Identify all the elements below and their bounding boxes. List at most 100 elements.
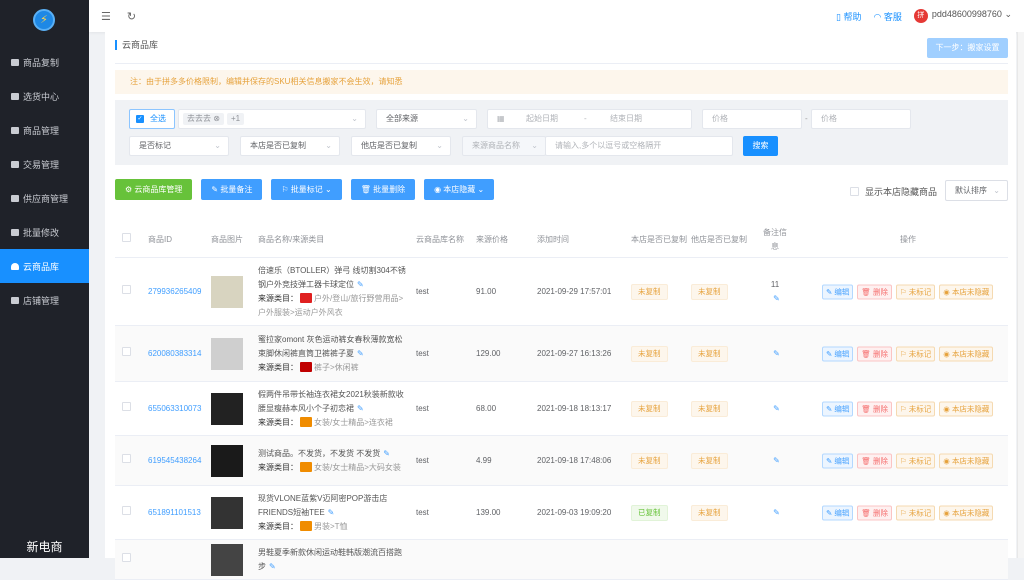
other-copied-select[interactable]: 他店是否已复制 ⌄ bbox=[351, 136, 451, 156]
filter-panel: ✓ 全选 去去去 ⊗ +1 ⌄ 全部来源 ⌄ ▦ 起始日期 - 结束日期 价格 - 价格 是否… bbox=[115, 100, 1008, 165]
close-icon[interactable]: ⊗ bbox=[213, 114, 220, 123]
hide-button[interactable]: ◉ 本店未隐藏 bbox=[939, 453, 994, 468]
edit-note-icon[interactable]: ✎ bbox=[773, 508, 780, 517]
hide-button[interactable]: ◉ 本店未隐藏 bbox=[939, 401, 994, 416]
price-min-input[interactable]: 价格 bbox=[702, 109, 802, 129]
delete-button[interactable]: 🗑 删除 bbox=[857, 401, 892, 416]
edit-button[interactable]: ✎ 编辑 bbox=[822, 284, 854, 299]
hide-button[interactable]: ◉ 本店未隐藏 bbox=[939, 284, 994, 299]
hide-button[interactable]: ◉ 本店未隐藏 bbox=[939, 505, 994, 520]
row-checkbox[interactable] bbox=[122, 284, 131, 299]
edit-icon[interactable]: ✎ bbox=[269, 562, 276, 571]
menu-icon bbox=[11, 160, 19, 168]
edit-note-icon[interactable]: ✎ bbox=[773, 294, 780, 303]
chevron-down-icon: ⌄ bbox=[325, 141, 332, 150]
other-copied-status: 未复制 bbox=[691, 400, 728, 417]
marked-select[interactable]: 是否标记 ⌄ bbox=[129, 136, 229, 156]
edit-button[interactable]: ✎ 编辑 bbox=[822, 505, 854, 520]
next-step-button[interactable]: 下一步：搬家设置 bbox=[927, 38, 1008, 58]
row-checkbox[interactable] bbox=[122, 401, 131, 416]
menu-icon bbox=[11, 296, 19, 304]
edit-button[interactable]: ✎ 编辑 bbox=[822, 346, 854, 361]
edit-note-icon[interactable]: ✎ bbox=[773, 404, 780, 413]
sidebar-item-0[interactable]: 商品复制 bbox=[0, 45, 89, 79]
hide-button[interactable]: ◉ 本店未隐藏 bbox=[939, 346, 994, 361]
scrollbar[interactable] bbox=[1017, 32, 1024, 558]
cloud-icon bbox=[11, 262, 19, 270]
avatar: 拼 bbox=[913, 9, 928, 23]
edit-icon[interactable]: ✎ bbox=[357, 280, 364, 289]
table-row: 619545438264 测试商品。不发货，不发货 不发货 ✎ 来源类目： 女装/女士… bbox=[115, 436, 1008, 486]
price-max-input[interactable]: 价格 bbox=[811, 109, 911, 129]
edit-note-icon[interactable]: ✎ bbox=[773, 349, 780, 358]
keyword-input[interactable]: 请输入,多个以逗号或空格隔开 bbox=[545, 136, 733, 156]
delete-button[interactable]: 🗑 删除 bbox=[857, 505, 892, 520]
service-link[interactable]: ◠ 客服 bbox=[873, 10, 901, 23]
batch-note-button[interactable]: ✎ 批量备注 bbox=[201, 179, 263, 200]
own-copied-select[interactable]: 本店是否已复制 ⌄ bbox=[240, 136, 340, 156]
chevron-down-icon: ⌄ bbox=[477, 185, 485, 194]
sidebar-item-1[interactable]: 选货中心 bbox=[0, 79, 89, 113]
sidebar-item-6[interactable]: 云商品库 bbox=[0, 249, 89, 283]
collapse-menu-icon[interactable]: ☰ bbox=[101, 10, 111, 23]
date-range-picker[interactable]: ▦ 起始日期 - 结束日期 bbox=[487, 109, 692, 129]
cloud-library-manage-button[interactable]: ⚙ 云商品库管理 bbox=[115, 179, 193, 200]
search-field-select[interactable]: 来源商品名称 ⌄ bbox=[462, 136, 546, 156]
edit-icon[interactable]: ✎ bbox=[328, 508, 335, 517]
product-id-link[interactable]: 651891101513 bbox=[148, 506, 201, 520]
sidebar-item-5[interactable]: 批量修改 bbox=[0, 215, 89, 249]
checkbox[interactable] bbox=[850, 187, 859, 196]
menu-icon bbox=[11, 58, 19, 66]
cloud-name: test bbox=[416, 286, 429, 296]
edit-icon[interactable]: ✎ bbox=[383, 449, 390, 458]
sidebar-item-3[interactable]: 交易管理 bbox=[0, 147, 89, 181]
mark-button[interactable]: ⚐ 未标记 bbox=[895, 284, 936, 299]
row-checkbox[interactable] bbox=[122, 453, 131, 468]
action-bar: ⚙ 云商品库管理 ✎ 批量备注 ⚐ 批量标记 ⌄ 🗑 批量删除 ◉ 本店隐藏 ⌄ bbox=[115, 179, 495, 200]
row-checkbox[interactable] bbox=[122, 505, 131, 520]
help-link[interactable]: ▯ 帮助 bbox=[836, 10, 861, 23]
mark-button[interactable]: ⚐ 未标记 bbox=[895, 346, 936, 361]
own-copied-status: 未复制 bbox=[631, 345, 668, 362]
product-id-link[interactable]: 655063310073 bbox=[148, 402, 201, 416]
added-time: 2021-09-27 16:13:26 bbox=[537, 348, 612, 358]
row-checkbox[interactable] bbox=[122, 346, 131, 361]
mark-button[interactable]: ⚐ 未标记 bbox=[895, 401, 936, 416]
edit-icon[interactable]: ✎ bbox=[357, 349, 364, 358]
batch-delete-button[interactable]: 🗑 批量删除 bbox=[350, 179, 416, 200]
edit-icon[interactable]: ✎ bbox=[357, 404, 364, 413]
platform-badge-icon bbox=[300, 362, 312, 373]
note-cell: ✎ bbox=[760, 402, 790, 416]
delete-button[interactable]: 🗑 删除 bbox=[857, 284, 892, 299]
sidebar-item-2[interactable]: 商品管理 bbox=[0, 113, 89, 147]
user-menu[interactable]: 拼 pdd48600998760 ⌄ bbox=[913, 9, 1012, 23]
mark-button[interactable]: ⚐ 未标记 bbox=[895, 505, 936, 520]
sidebar-item-7[interactable]: 店铺管理 bbox=[0, 283, 89, 317]
store-select[interactable]: 去去去 ⊗ +1 ⌄ bbox=[178, 109, 366, 129]
row-actions: ✎ 编辑 🗑 删除 ⚐ 未标记 ◉ 本店未隐藏 bbox=[822, 453, 994, 468]
notice-banner: 注：由于拼多多价格限制，编辑并保存的SKU相关信息搬家不会生效，请知悉 bbox=[115, 70, 1008, 94]
search-button[interactable]: 搜索 bbox=[743, 136, 778, 156]
row-checkbox[interactable] bbox=[122, 552, 131, 567]
own-copied-status: 未复制 bbox=[631, 452, 668, 469]
source-select[interactable]: 全部来源 ⌄ bbox=[376, 109, 477, 129]
select-all-rows-checkbox[interactable] bbox=[122, 232, 131, 247]
refresh-icon[interactable]: ↻ bbox=[127, 10, 136, 23]
sort-select[interactable]: 默认排序 ⌄ bbox=[945, 180, 1008, 201]
delete-button[interactable]: 🗑 删除 bbox=[857, 453, 892, 468]
hide-in-store-button[interactable]: ◉ 本店隐藏 ⌄ bbox=[424, 179, 495, 200]
edit-note-icon[interactable]: ✎ bbox=[773, 456, 780, 465]
note-cell: ✎ bbox=[760, 454, 790, 468]
show-hidden-checkbox[interactable]: 显示本店隐藏商品 bbox=[850, 185, 937, 198]
product-name-cell: 测试商品。不发货，不发货 不发货 ✎ 来源类目： 女装/女士精品>大码女装 bbox=[258, 448, 401, 473]
product-id-link[interactable]: 279936265409 bbox=[148, 285, 201, 299]
product-id-link[interactable]: 619545438264 bbox=[148, 454, 201, 468]
batch-mark-button[interactable]: ⚐ 批量标记 ⌄ bbox=[271, 179, 342, 200]
mark-button[interactable]: ⚐ 未标记 bbox=[895, 453, 936, 468]
edit-button[interactable]: ✎ 编辑 bbox=[822, 453, 854, 468]
edit-button[interactable]: ✎ 编辑 bbox=[822, 401, 854, 416]
select-all-checkbox[interactable]: ✓ 全选 bbox=[129, 109, 175, 129]
delete-button[interactable]: 🗑 删除 bbox=[857, 346, 892, 361]
sidebar-item-4[interactable]: 供应商管理 bbox=[0, 181, 89, 215]
product-id-link[interactable]: 620080383314 bbox=[148, 347, 201, 361]
